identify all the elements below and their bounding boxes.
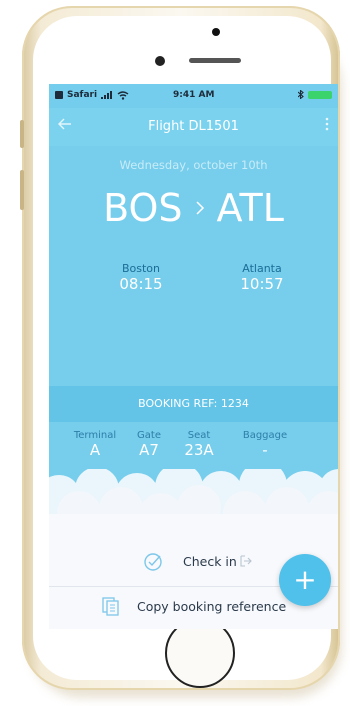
add-fab-button[interactable]: + [279, 554, 331, 606]
detail-terminal: Terminal A [73, 430, 117, 459]
origin-block: Boston 08:15 [96, 262, 186, 293]
wifi-icon [117, 90, 129, 100]
front-camera [155, 56, 165, 66]
app-screen: Safari 9:41 AM Flight DL1501 Wednesday, … [49, 84, 338, 629]
page-title: Flight DL1501 [148, 119, 239, 134]
copy-icon [102, 597, 119, 616]
detail-value: - [262, 441, 268, 459]
detail-value: A [89, 441, 101, 459]
booking-ref: BOOKING REF: 1234 [138, 397, 249, 410]
flight-summary: Wednesday, october 10th BOS ATL Boston 0… [49, 146, 338, 422]
route: BOS ATL [49, 186, 338, 230]
flight-date: Wednesday, october 10th [119, 158, 268, 172]
copy-ref-label: Copy booking reference [137, 599, 287, 614]
more-options-icon[interactable] [324, 116, 330, 132]
detail-value: A7 [139, 441, 159, 459]
origin-city: Boston [121, 262, 161, 275]
status-left: Safari [55, 90, 129, 100]
detail-gate: Gate A7 [127, 430, 171, 459]
volume-button [20, 170, 24, 210]
arrival-time: 10:57 [240, 275, 284, 293]
detail-label: Baggage [242, 430, 288, 441]
destination-block: Atlanta 10:57 [217, 262, 307, 293]
destination-code: ATL [216, 186, 284, 230]
booking-ref-band: BOOKING REF: 1234 [49, 386, 338, 422]
front-sensor [212, 28, 220, 36]
origin-code: BOS [103, 186, 183, 230]
detail-value: 23A [184, 441, 214, 459]
back-to-app-icon[interactable] [55, 91, 63, 99]
status-time: 9:41 AM [173, 90, 215, 100]
volume-button [20, 120, 24, 148]
departure-time: 08:15 [119, 275, 163, 293]
signal-icon [101, 91, 113, 99]
detail-baggage: Baggage - [237, 430, 293, 459]
status-right [298, 90, 332, 99]
carrier-label: Safari [67, 90, 98, 100]
destination-city: Atlanta [242, 262, 282, 275]
status-bar: Safari 9:41 AM [49, 84, 338, 108]
checkin-label: Check in [183, 554, 237, 569]
app-bar: Flight DL1501 [49, 108, 338, 146]
bluetooth-icon [298, 90, 304, 99]
earpiece-speaker [189, 58, 241, 63]
detail-seat: Seat 23A [177, 430, 221, 459]
detail-label: Terminal [73, 430, 117, 441]
checkin-check-icon [144, 553, 162, 571]
route-arrow-icon [195, 201, 204, 215]
detail-label: Seat [187, 430, 211, 441]
detail-label: Gate [137, 430, 161, 441]
battery-icon [308, 90, 332, 99]
checkin-arrow-icon [240, 555, 252, 567]
